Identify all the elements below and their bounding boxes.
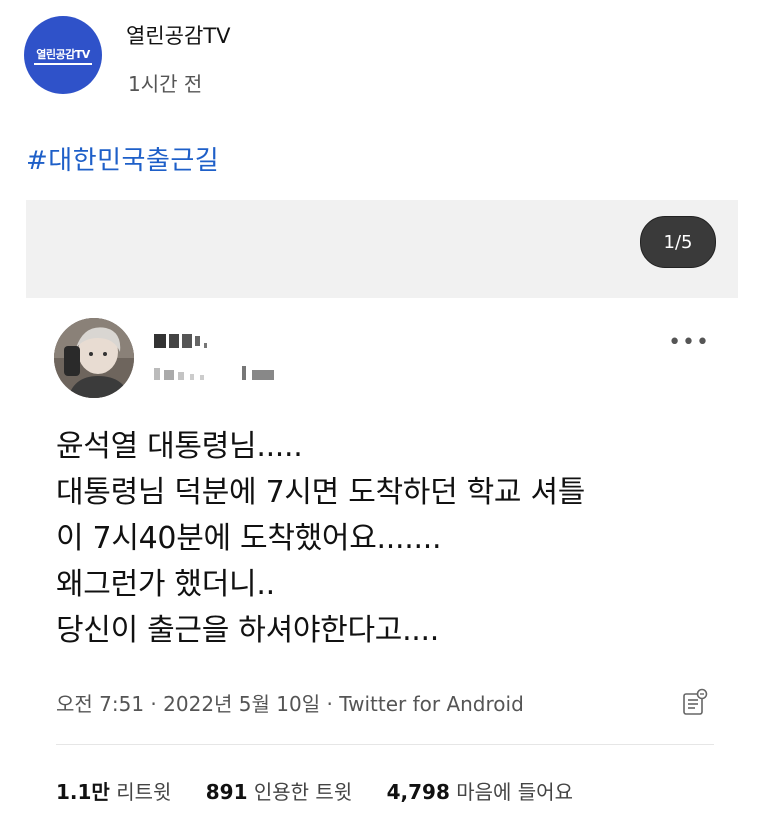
post-timestamp: 1시간 전 — [128, 72, 203, 96]
channel-logo-text: 열린공감TV — [34, 46, 92, 65]
tweet-line: 윤석열 대통령님..... — [56, 429, 303, 464]
likes-label: 마음에 들어요 — [456, 780, 573, 804]
hashtag-link[interactable]: #대한민국출근길 — [26, 140, 219, 177]
retweets-label: 리트윗 — [116, 780, 172, 804]
quotes-count: 891 — [205, 780, 248, 804]
tweet-line: 당신이 출근을 하셔야한다고.... — [56, 613, 440, 648]
quotes-label: 인용한 트윗 — [253, 780, 353, 804]
retweets-count: 1.1만 — [56, 780, 110, 804]
blurred-handle — [154, 366, 274, 380]
retweets-stat[interactable]: 1.1만 리트윗 — [56, 780, 171, 804]
tweet-line: 대통령님 덕분에 7시면 도착하던 학교 셔틀 — [56, 475, 586, 510]
channel-avatar[interactable]: 열린공감TV — [24, 16, 102, 94]
channel-name[interactable]: 열린공감TV — [126, 20, 230, 50]
image-carousel[interactable]: 1/5 — [26, 200, 738, 298]
divider — [56, 744, 714, 745]
more-icon[interactable]: ••• — [668, 330, 710, 355]
likes-stat[interactable]: 4,798 마음에 들어요 — [387, 780, 573, 804]
tweet-stats: 1.1만 리트윗 891 인용한 트윗 4,798 마음에 들어요 — [56, 776, 601, 805]
quotes-stat[interactable]: 891 인용한 트윗 — [206, 780, 352, 804]
carousel-page-indicator: 1/5 — [640, 216, 716, 268]
blurred-display-name — [154, 334, 207, 348]
avatar — [54, 318, 134, 398]
analytics-icon[interactable] — [682, 688, 708, 716]
tweet-text: 윤석열 대통령님..... 대통령님 덕분에 7시면 도착하던 학교 셔틀 이 … — [56, 424, 736, 654]
tweet-line: 이 7시40분에 도착했어요....... — [56, 521, 442, 556]
post-header: 열린공감TV 열린공감TV 1시간 전 — [24, 12, 736, 102]
likes-count: 4,798 — [386, 780, 450, 804]
tweet-meta: 오전 7:51 · 2022년 5월 10일 · Twitter for And… — [56, 692, 524, 716]
tweet-line: 왜그런가 했더니.. — [56, 567, 275, 602]
tweet-screenshot: ••• 윤석열 대통령님..... 대통령님 덕분에 7시면 도착하던 학교 셔… — [26, 298, 738, 815]
